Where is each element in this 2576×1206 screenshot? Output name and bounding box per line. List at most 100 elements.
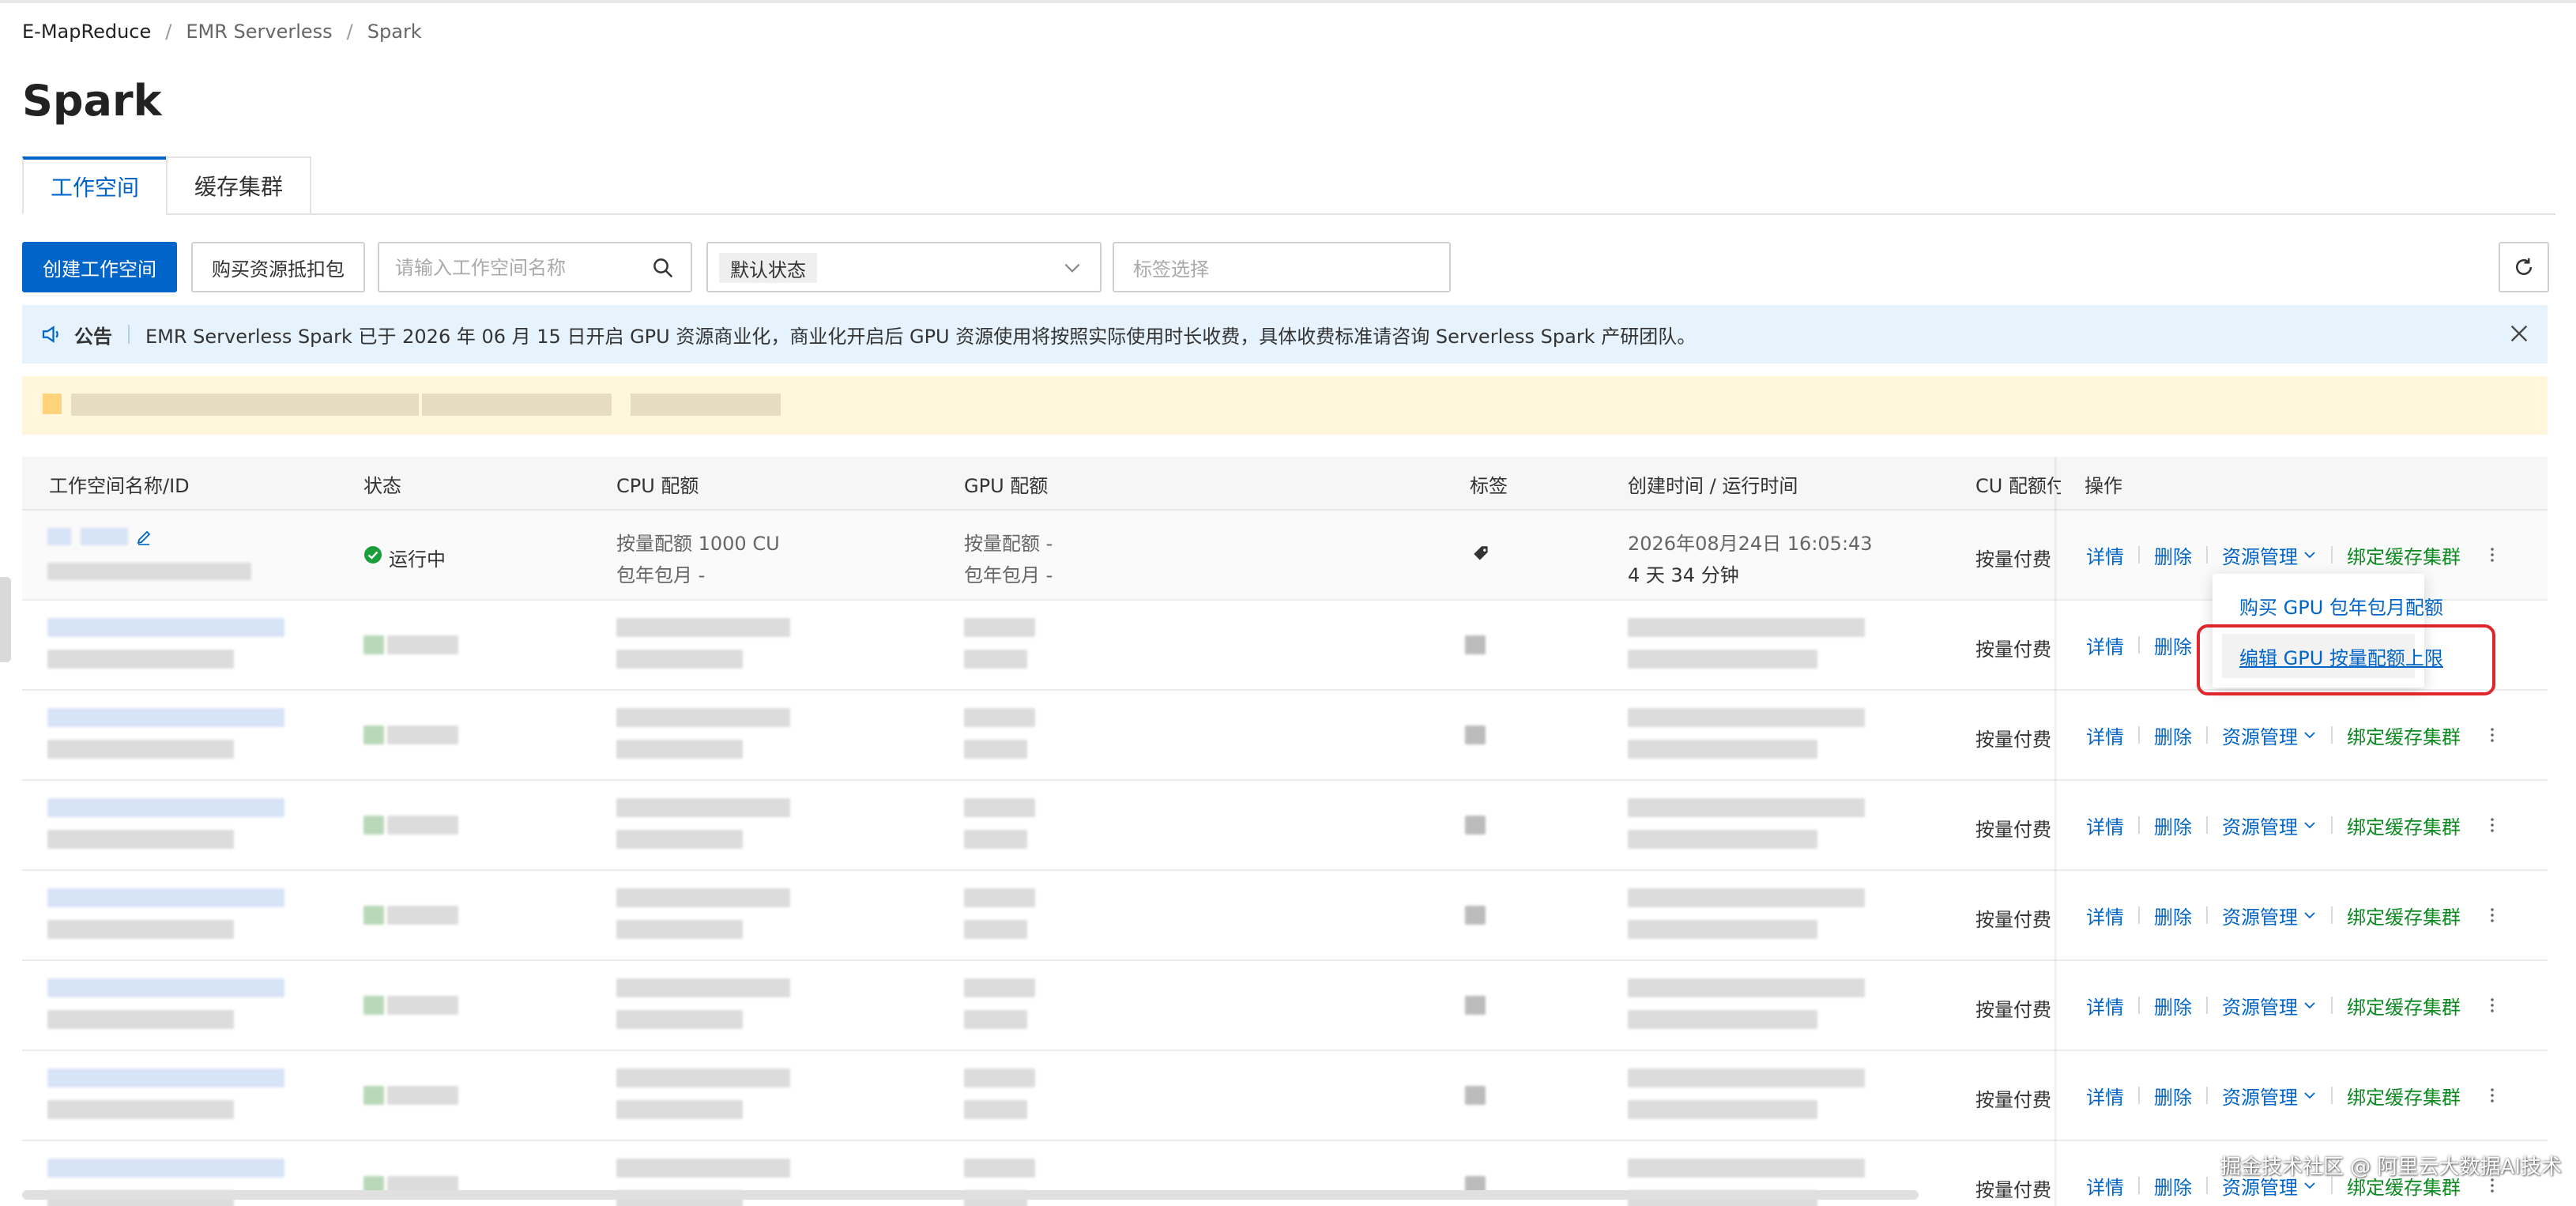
delete-link[interactable]: 删除 (2154, 992, 2192, 1019)
chevron-down-icon[interactable] (2303, 548, 2317, 562)
buy-resource-package-button[interactable]: 购买资源抵扣包 (191, 242, 365, 292)
warning-bar-redacted (22, 376, 2548, 435)
chevron-down-icon[interactable] (2303, 818, 2317, 832)
redacted-cell (616, 1010, 743, 1029)
bind-cache-cluster-link[interactable]: 绑定缓存集群 (2347, 1082, 2461, 1110)
redacted-cell (1465, 906, 1486, 925)
delete-link[interactable]: 删除 (2154, 722, 2192, 749)
tab-workspace[interactable]: 工作空间 (22, 156, 167, 215)
status-chip: 默认状态 (719, 253, 817, 283)
refresh-button[interactable] (2499, 242, 2549, 292)
redacted-cell (1628, 1100, 1817, 1119)
action-divider (2138, 1087, 2140, 1104)
action-divider (2138, 906, 2140, 924)
breadcrumb-serverless[interactable]: EMR Serverless (186, 21, 332, 43)
tab-cache-cluster[interactable]: 缓存集群 (166, 156, 312, 215)
action-divider (2206, 546, 2208, 563)
detail-link[interactable]: 详情 (2086, 1172, 2124, 1200)
chevron-down-icon[interactable] (2303, 1088, 2317, 1102)
search-input[interactable] (395, 254, 632, 281)
chevron-down-icon (1064, 263, 1080, 273)
horizontal-scrollbar[interactable] (22, 1190, 1919, 1200)
breadcrumb-separator: / (165, 21, 172, 43)
redacted-cell (47, 798, 284, 817)
more-icon[interactable] (2483, 725, 2502, 744)
redacted-cell (616, 1100, 743, 1119)
tag-icon[interactable] (1471, 544, 1492, 564)
delete-link[interactable]: 删除 (2154, 541, 2192, 569)
resource-management-link[interactable]: 资源管理 (2222, 902, 2298, 929)
bind-cache-cluster-link[interactable]: 绑定缓存集群 (2347, 902, 2461, 929)
redacted-cell (1628, 1068, 1865, 1087)
chevron-down-icon[interactable] (2303, 908, 2317, 922)
delete-link[interactable]: 删除 (2154, 1172, 2192, 1200)
redacted-cell (616, 978, 790, 997)
chevron-down-icon[interactable] (2303, 728, 2317, 742)
action-divider (2331, 726, 2333, 744)
edit-icon[interactable] (134, 528, 153, 547)
redacted-cell (1465, 816, 1486, 835)
row-actions: 详情 删除 (2086, 601, 2192, 689)
gpu-quota-ondemand: 按量配额 - (964, 533, 1053, 555)
redacted-cell (1628, 1159, 1865, 1178)
detail-link[interactable]: 详情 (2086, 631, 2124, 659)
bind-cache-cluster-link[interactable]: 绑定缓存集群 (2347, 812, 2461, 839)
more-icon[interactable] (2483, 816, 2502, 835)
redacted-cell (1628, 830, 1817, 849)
detail-link[interactable]: 详情 (2086, 722, 2124, 749)
more-icon[interactable] (2483, 1086, 2502, 1105)
redacted-cell (1628, 888, 1865, 907)
create-workspace-button[interactable]: 创建工作空间 (22, 242, 177, 292)
status-select[interactable]: 默认状态 (706, 242, 1102, 292)
resource-management-link[interactable]: 资源管理 (2222, 812, 2298, 839)
delete-link[interactable]: 删除 (2154, 1082, 2192, 1110)
resource-management-link[interactable]: 资源管理 (2222, 541, 2298, 569)
detail-link[interactable]: 详情 (2086, 902, 2124, 929)
more-icon[interactable] (2483, 906, 2502, 925)
redacted-cell (964, 1010, 1027, 1029)
chevron-down-icon[interactable] (2303, 998, 2317, 1012)
row-actions: 详情 删除 资源管理 绑定缓存集群 (2086, 961, 2502, 1050)
row-actions: 详情 删除 资源管理 绑定缓存集群 (2086, 871, 2502, 959)
redacted-cell (964, 650, 1027, 669)
column-header-created: 创建时间 / 运行时间 (1628, 474, 1798, 497)
redacted-cell (616, 888, 790, 907)
table-row: 按量付费 详情 删除 资源管理 绑定缓存集群 (22, 871, 2548, 961)
resource-management-link[interactable]: 资源管理 (2222, 1082, 2298, 1110)
redacted-text (71, 394, 419, 416)
detail-link[interactable]: 详情 (2086, 541, 2124, 569)
redacted-cell (1628, 708, 1865, 727)
more-icon[interactable] (2483, 996, 2502, 1015)
bind-cache-cluster-link[interactable]: 绑定缓存集群 (2347, 541, 2461, 569)
table-row: 按量付费 详情 删除 资源管理 绑定缓存集群 (22, 961, 2548, 1051)
detail-link[interactable]: 详情 (2086, 992, 2124, 1019)
bind-cache-cluster-link[interactable]: 绑定缓存集群 (2347, 722, 2461, 749)
breadcrumb-emr[interactable]: E-MapReduce (22, 21, 151, 43)
delete-link[interactable]: 删除 (2154, 902, 2192, 929)
column-header-tags: 标签 (1470, 474, 1508, 497)
redacted-cell (1465, 1086, 1486, 1105)
resource-management-link[interactable]: 资源管理 (2222, 722, 2298, 749)
billing-type: 按量付费 (1975, 909, 2051, 931)
detail-link[interactable]: 详情 (2086, 1082, 2124, 1110)
sidebar-toggle-handle[interactable] (0, 577, 11, 662)
bind-cache-cluster-link[interactable]: 绑定缓存集群 (2347, 992, 2461, 1019)
chevron-down-icon[interactable] (2303, 1178, 2317, 1193)
delete-link[interactable]: 删除 (2154, 812, 2192, 839)
action-divider (2206, 1177, 2208, 1194)
redacted-cell (363, 725, 384, 744)
redacted-cell (1628, 618, 1865, 637)
table-row: 按量付费 详情 删除 资源管理 绑定缓存集群 (22, 1051, 2548, 1141)
menu-item-buy-gpu-subscription[interactable]: 购买 GPU 包年包月配额 (2213, 583, 2443, 627)
action-divider (2206, 997, 2208, 1014)
resource-management-link[interactable]: 资源管理 (2222, 992, 2298, 1019)
redacted-cell (964, 708, 1035, 727)
detail-link[interactable]: 详情 (2086, 812, 2124, 839)
delete-link[interactable]: 删除 (2154, 631, 2192, 659)
tag-select[interactable]: 标签选择 (1113, 242, 1451, 292)
redacted-cell (616, 1159, 790, 1178)
redacted-cell (1628, 650, 1817, 669)
close-icon[interactable] (2508, 322, 2530, 345)
search-icon[interactable] (651, 256, 675, 280)
more-icon[interactable] (2483, 545, 2502, 564)
